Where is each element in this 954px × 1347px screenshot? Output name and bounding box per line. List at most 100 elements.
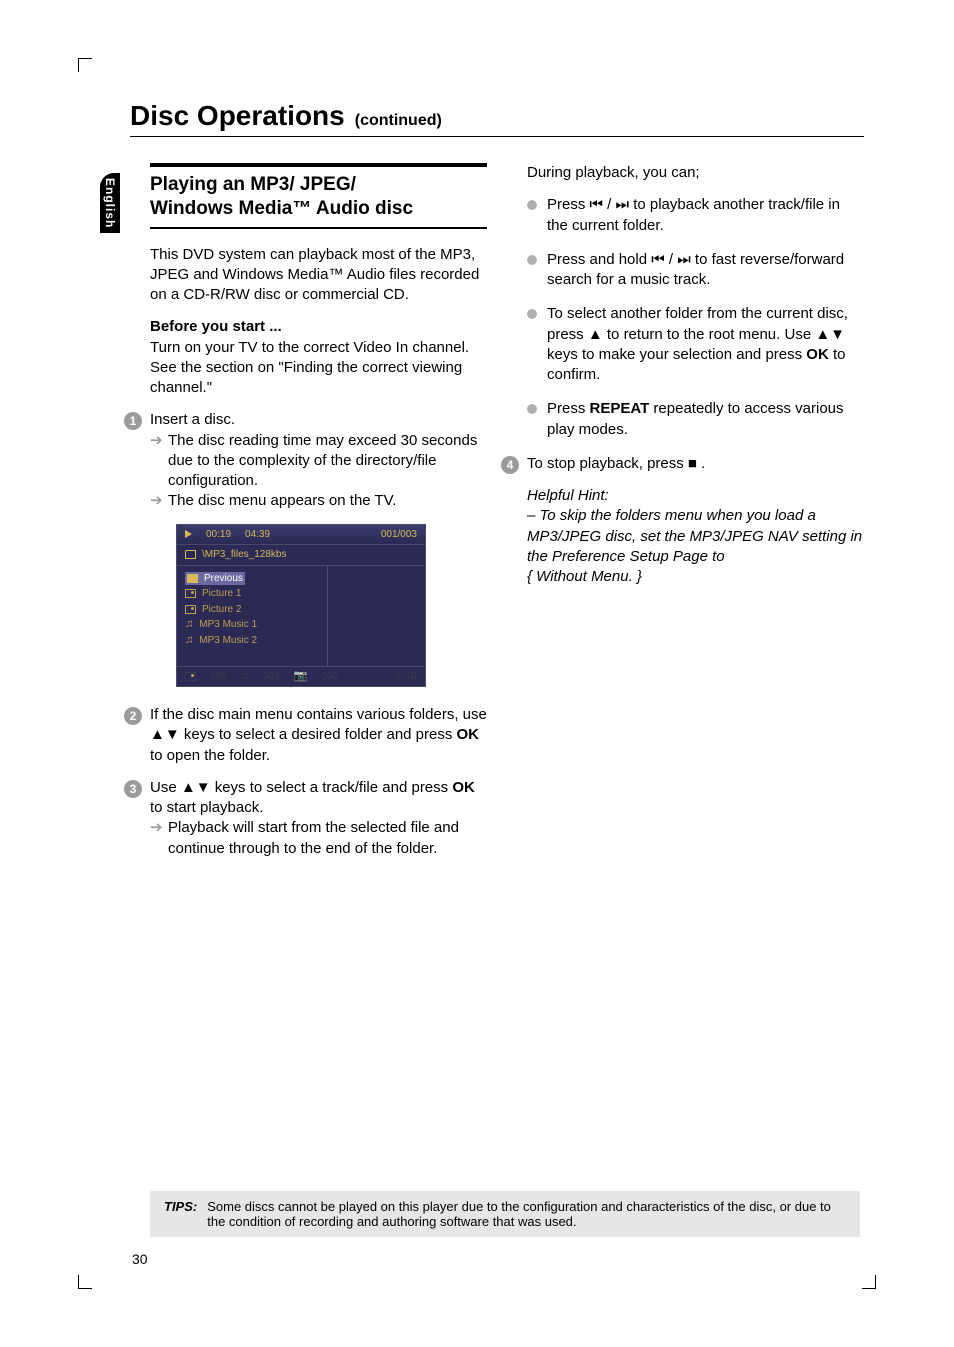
prev-next-icon: ⏮ / ⏭ (651, 251, 691, 268)
bullet-3: To select another folder from the curren… (527, 304, 864, 385)
list-item: Picture 1 (185, 587, 319, 601)
step-1-text: Insert a disc. (150, 411, 235, 428)
right-column: During playback, you can; Press ⏮ / ⏭ to… (527, 163, 864, 871)
step-1-arrow-2: The disc menu appears on the TV. (150, 491, 487, 511)
b2-pre: Press and hold (547, 251, 651, 268)
folder-icon (187, 574, 198, 583)
step-number-2: 2 (124, 707, 142, 725)
list-item: ♫ MP3 Music 1 (185, 618, 319, 632)
step-2: 2 If the disc main menu contains various… (150, 705, 487, 766)
before-label: Before you start ... (150, 318, 282, 335)
music-note-icon: ♫ (241, 672, 249, 681)
disc-menu-screenshot: 00:19 04:39 001/003 \MP3_files_128kbs Pr… (176, 524, 426, 688)
disc-menu-time2: 04:39 (245, 528, 270, 542)
step-4-pre: To stop playback, press (527, 455, 688, 472)
tips-text: Some discs cannot be played on this play… (207, 1199, 846, 1229)
crop-mark-bottom-right (862, 1275, 876, 1289)
list-item-label: MP3 Music 1 (199, 618, 257, 632)
disc-menu-path-row: \MP3_files_128kbs (177, 545, 425, 566)
disc-menu-bot-usb: USB (396, 670, 417, 684)
page-title: Disc Operations (130, 100, 345, 132)
disc-menu-track: 001/003 (381, 528, 417, 542)
before-you-start: Before you start ... Turn on your TV to … (150, 317, 487, 398)
camera-icon: 📷 (294, 672, 308, 681)
up-down-keys-icon: ▲▼ (150, 726, 180, 743)
step-1: 1 Insert a disc. The disc reading time m… (150, 410, 487, 511)
ok-label: OK (452, 779, 475, 796)
step-3-pre: Use (150, 779, 181, 796)
up-down-keys-icon: ▲▼ (181, 779, 211, 796)
helpful-hint: Helpful Hint: – To skip the folders menu… (527, 486, 864, 587)
section-heading-line2: Windows Media™ Audio disc (150, 198, 413, 219)
page-number: 30 (132, 1251, 148, 1267)
title-rule (130, 136, 864, 137)
crop-mark-bottom-left (78, 1275, 92, 1289)
disc-menu-list: Previous Picture 1 Picture 2 ♫ MP3 Music … (177, 566, 327, 666)
disc-menu-bottombar: 050 ♫ 003 📷 000 USB (177, 666, 425, 687)
stop-icon: ■ (688, 455, 697, 472)
hint-label: Helpful Hint: (527, 487, 609, 504)
crop-mark-top-left (78, 58, 92, 72)
tips-label: TIPS: (164, 1199, 197, 1229)
list-item: Previous (185, 572, 245, 586)
play-icon (185, 530, 192, 538)
disc-menu-path: \MP3_files_128kbs (202, 548, 287, 562)
bullet-2: Press and hold ⏮ / ⏭ to fast reverse/for… (527, 250, 864, 291)
hint-body: – To skip the folders menu when you load… (527, 507, 862, 565)
disc-menu-time1: 00:19 (206, 528, 231, 542)
picture-icon (185, 589, 196, 598)
list-item-label: Previous (204, 572, 243, 586)
step-number-1: 1 (124, 412, 142, 430)
step-4-post: . (697, 455, 705, 472)
b3-mid: to return to the root menu. Use (603, 326, 816, 343)
list-item-label: Picture 2 (202, 603, 241, 617)
ok-label: OK (806, 346, 829, 363)
before-text: Turn on your TV to the correct Video In … (150, 339, 469, 397)
picture-icon (185, 605, 196, 614)
step-number-4: 4 (501, 456, 519, 474)
language-tab-label: English (103, 178, 117, 228)
repeat-label: REPEAT (590, 400, 650, 417)
list-item-label: MP3 Music 2 (199, 634, 257, 648)
left-column: Playing an MP3/ JPEG/ Windows Media™ Aud… (150, 163, 487, 871)
bullet-4: Press REPEAT repeatedly to access variou… (527, 399, 864, 440)
step-1-arrow-1: The disc reading time may exceed 30 seco… (150, 431, 487, 492)
folder-icon (185, 550, 196, 559)
disc-menu-body: Previous Picture 1 Picture 2 ♫ MP3 Music … (177, 566, 425, 666)
right-intro: During playback, you can; (527, 163, 864, 183)
up-key-icon: ▲ (588, 326, 603, 343)
disc-menu-topbar: 00:19 04:39 001/003 (177, 525, 425, 546)
disc-menu-bot-note: 003 (263, 670, 280, 684)
step-2-mid: keys to select a desired folder and pres… (180, 726, 457, 743)
step-number-3: 3 (124, 780, 142, 798)
intro-paragraph: This DVD system can playback most of the… (150, 245, 487, 306)
step-2-pre: If the disc main menu contains various f… (150, 706, 487, 723)
section-heading: Playing an MP3/ JPEG/ Windows Media™ Aud… (150, 163, 487, 229)
step-3: 3 Use ▲▼ keys to select a track/file and… (150, 778, 487, 859)
list-item: ♫ MP3 Music 2 (185, 634, 319, 648)
list-item-label: Picture 1 (202, 587, 241, 601)
step-4: 4 To stop playback, press ■ . (527, 454, 864, 474)
up-down-keys-icon: ▲▼ (815, 326, 845, 343)
b3-mid2: keys to make your selection and press (547, 346, 806, 363)
ok-label: OK (457, 726, 480, 743)
bullet-1: Press ⏮ / ⏭ to playback another track/fi… (527, 195, 864, 236)
language-tab: English (100, 173, 120, 233)
music-note-icon: ♫ (185, 620, 193, 629)
b4-pre: Press (547, 400, 590, 417)
picture-icon (185, 672, 196, 681)
step-2-post: to open the folder. (150, 747, 270, 764)
disc-menu-bot-cam: 000 (321, 670, 338, 684)
disc-menu-preview (327, 566, 425, 666)
prev-next-icon: ⏮ / ⏭ (590, 196, 630, 213)
tips-box: TIPS: Some discs cannot be played on thi… (150, 1191, 860, 1237)
step-3-mid: keys to select a track/file and press (211, 779, 453, 796)
step-3-post: to start playback. (150, 799, 263, 816)
section-heading-line1: Playing an MP3/ JPEG/ (150, 174, 356, 195)
b1-pre: Press (547, 196, 590, 213)
step-3-arrow: Playback will start from the selected fi… (150, 818, 487, 859)
disc-menu-bot-folder: 050 (210, 670, 227, 684)
hint-option: { Without Menu. } (527, 568, 642, 585)
page-title-continued: (continued) (355, 112, 442, 130)
music-note-icon: ♫ (185, 636, 193, 645)
